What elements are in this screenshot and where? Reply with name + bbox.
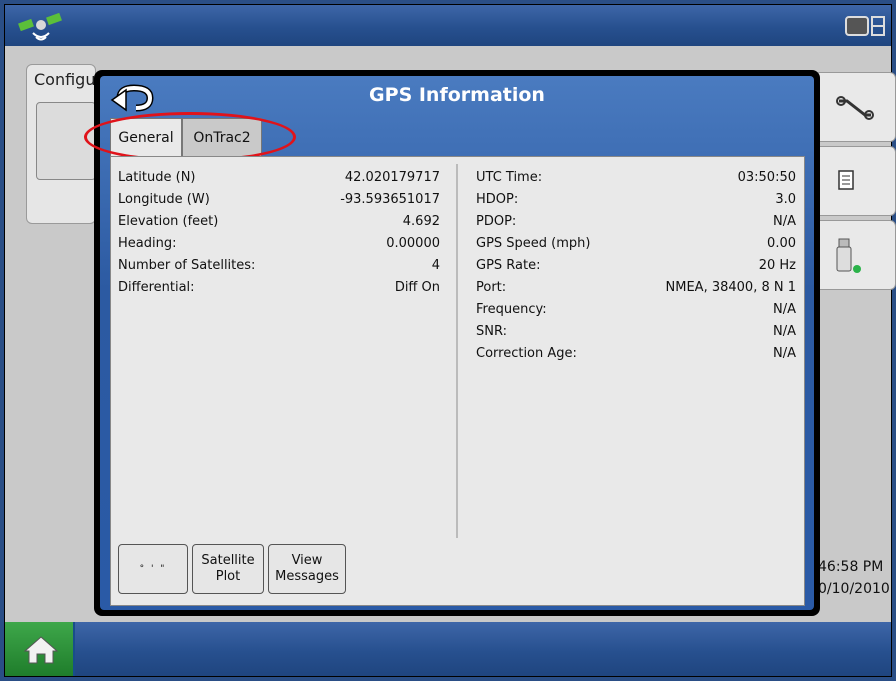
left-row: Latitude (N) 42.020179717	[118, 167, 440, 189]
right-row-label: GPS Speed (mph)	[476, 236, 591, 251]
home-icon	[23, 636, 59, 664]
tools-button[interactable]	[814, 72, 896, 142]
right-row-value: N/A	[773, 214, 796, 229]
right-row: Correction Age: N/A	[476, 343, 796, 365]
right-row-value: 20 Hz	[758, 258, 796, 273]
left-row-label: Latitude (N)	[118, 170, 196, 185]
left-row-label: Number of Satellites:	[118, 258, 256, 273]
right-row: UTC Time: 03:50:50	[476, 167, 796, 189]
right-row-value: 3.0	[775, 192, 796, 207]
column-divider	[456, 164, 458, 538]
config-label: Configu	[34, 70, 96, 89]
left-row-value: -93.593651017	[340, 192, 440, 207]
home-button[interactable]	[5, 622, 75, 676]
left-row-value: Diff On	[394, 280, 440, 295]
document-button[interactable]	[814, 146, 896, 216]
left-row-label: Differential:	[118, 280, 195, 295]
left-row-value: 42.020179717	[344, 170, 440, 185]
left-row-value: 4	[431, 258, 440, 273]
gps-satellite-icon[interactable]	[17, 13, 65, 43]
right-row-label: Port:	[476, 280, 507, 295]
right-row-label: GPS Rate:	[476, 258, 541, 273]
right-row-value: N/A	[773, 324, 796, 339]
left-row-label: Elevation (feet)	[118, 214, 219, 229]
satellite-plot-button[interactable]: Satellite Plot	[192, 544, 264, 594]
right-row-value: N/A	[773, 346, 796, 361]
right-row: GPS Speed (mph) 0.00	[476, 233, 796, 255]
right-row-label: PDOP:	[476, 214, 517, 229]
left-row: Elevation (feet) 4.692	[118, 211, 440, 233]
right-row: PDOP: N/A	[476, 211, 796, 233]
right-row-value: 03:50:50	[737, 170, 796, 185]
left-row: Longitude (W) -93.593651017	[118, 189, 440, 211]
left-row-value: 0.00000	[386, 236, 440, 251]
right-row-label: UTC Time:	[476, 170, 543, 185]
back-arrow-icon[interactable]	[110, 80, 158, 116]
modal-title: GPS Information	[369, 84, 545, 106]
left-row: Number of Satellites: 4	[118, 255, 440, 277]
left-row-label: Longitude (W)	[118, 192, 210, 207]
clock-display: 46:58 PM 0/10/2010	[818, 556, 890, 600]
bottom-bar	[5, 622, 891, 676]
top-bar	[5, 5, 891, 46]
left-row: Heading: 0.00000	[118, 233, 440, 255]
clock-date: 0/10/2010	[818, 581, 890, 597]
right-row-value: 0.00	[767, 236, 796, 251]
document-icon	[838, 170, 854, 190]
right-row: Frequency: N/A	[476, 299, 796, 321]
tab-highlight-annotation	[84, 112, 296, 162]
left-row-label: Heading:	[118, 236, 177, 251]
right-row-label: SNR:	[476, 324, 507, 339]
clock-time: 46:58 PM	[818, 559, 884, 575]
right-row-label: HDOP:	[476, 192, 519, 207]
left-row-value: 4.692	[402, 214, 440, 229]
right-row-label: Correction Age:	[476, 346, 577, 361]
left-row: Differential: Diff On	[118, 277, 440, 299]
right-row: SNR: N/A	[476, 321, 796, 343]
usb-button[interactable]	[814, 220, 896, 290]
wrench-icon	[836, 96, 874, 120]
display-icon[interactable]	[845, 15, 885, 39]
coordinate-format-button[interactable]: ° ' "	[118, 544, 188, 594]
usb-icon	[836, 238, 861, 273]
right-row: HDOP: 3.0	[476, 189, 796, 211]
right-row: GPS Rate: 20 Hz	[476, 255, 796, 277]
right-row: Port: NMEA, 38400, 8 N 1	[476, 277, 796, 299]
view-messages-button[interactable]: View Messages	[268, 544, 346, 594]
right-row-label: Frequency:	[476, 302, 547, 317]
right-row-value: NMEA, 38400, 8 N 1	[665, 280, 796, 295]
right-row-value: N/A	[773, 302, 796, 317]
